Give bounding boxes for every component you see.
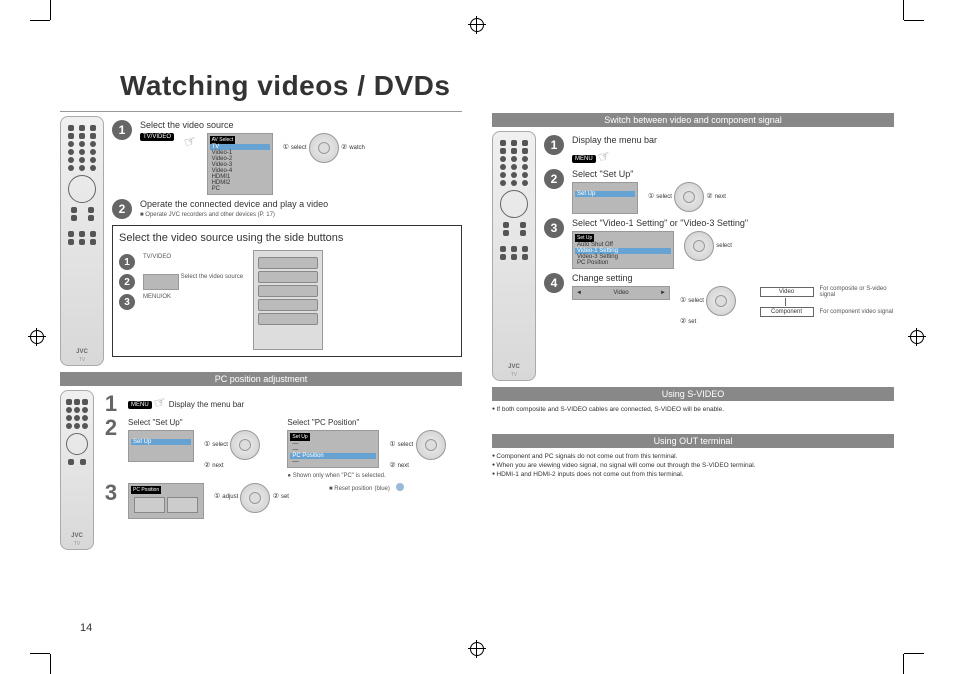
av-select-panel: AV Select TV Video-1 Video-2 Video-3 Vid… <box>207 133 273 195</box>
dial-icon <box>230 430 260 460</box>
blue-button-icon <box>396 483 404 491</box>
registration-mark <box>30 330 44 344</box>
pc-position-panel: PC Position <box>128 483 204 519</box>
boxed-title: Select the video source using the side b… <box>119 232 455 244</box>
pc-step-1: 1 <box>102 394 120 414</box>
signal-legend: Video For composite or S-video signal Co… <box>760 286 894 318</box>
out-note-2: When you are viewing video signal, no si… <box>492 461 894 470</box>
dial-icon <box>309 133 339 163</box>
step-badge-1: 1 <box>112 120 132 140</box>
page-number: 14 <box>80 622 92 634</box>
right-step-1: 1 <box>544 135 564 155</box>
right-step-3: 3 <box>544 218 564 238</box>
out-terminal-bar: Using OUT terminal <box>492 434 894 448</box>
pc-step-3: 3 <box>102 483 120 503</box>
right-step4-title: Change setting <box>572 273 894 283</box>
crop-mark <box>50 634 70 654</box>
crop-mark <box>50 20 70 40</box>
pc-position-bar: PC position adjustment <box>60 372 462 386</box>
registration-mark <box>910 330 924 344</box>
crop-mark <box>884 20 904 40</box>
step1-title: Select the video source <box>140 120 462 130</box>
boxed-step-2: 2 <box>119 274 135 290</box>
registration-mark <box>470 18 484 32</box>
left-column: JVC TV 1 Select the video source TV/VIDE… <box>60 107 462 550</box>
menu-key-icon: MENU <box>128 401 152 409</box>
pc-step2b-title: Select "PC Position" <box>287 418 462 427</box>
boxed-step-3: 3 <box>119 294 135 310</box>
step2-title: Operate the connected device and play a … <box>140 199 462 209</box>
switch-signal-bar: Switch between video and component signa… <box>492 113 894 127</box>
right-step3-title: Select "Video-1 Setting" or "Video-3 Set… <box>572 218 894 228</box>
right-step1-title: Display the menu bar <box>572 135 894 145</box>
menu-setup-panel: Set Up <box>128 430 194 462</box>
dial-icon <box>416 430 446 460</box>
step-badge-2: 2 <box>112 199 132 219</box>
remote-illustration: JVC TV <box>60 116 104 366</box>
dial-icon <box>684 231 714 261</box>
right-column: Switch between video and component signa… <box>492 107 894 550</box>
remote-brand: JVC <box>61 349 103 355</box>
menu-setup-panel: Set Up <box>572 182 638 214</box>
pointing-hand-icon: ☞ <box>181 131 199 151</box>
remote-illustration: JVC TV <box>492 131 536 381</box>
remote-illustration-small: JVC TV <box>60 390 94 550</box>
out-note-1: Component and PC signals do not come out… <box>492 452 894 461</box>
pointing-hand-icon: ☞ <box>151 392 169 412</box>
side-buttons-box: Select the video source using the side b… <box>112 225 462 357</box>
tv-video-key: TV/VIDEO <box>140 133 174 141</box>
page-title: Watching videos / DVDs <box>120 70 894 102</box>
tv-side-panel <box>253 250 323 350</box>
menu-key-icon: MENU <box>572 155 596 163</box>
change-setting-panel: ◄ Video ► <box>572 286 670 300</box>
dial-icon <box>674 182 704 212</box>
pc-step2a-title: Select "Set Up" <box>128 418 277 427</box>
svideo-note: If both composite and S-VIDEO cables are… <box>492 405 894 414</box>
remote-model: TV <box>61 357 103 363</box>
manual-page: Watching videos / DVDs <box>0 0 954 674</box>
dial-icon <box>706 286 736 316</box>
menu-setup-list-panel: Set Up —— PC Position — <box>287 430 379 468</box>
boxed-step-1: 1 <box>119 254 135 270</box>
dial-icon <box>240 483 270 513</box>
crop-mark <box>884 634 904 654</box>
menu-setup-list-panel: Set Up Auto Shut Off Video-1 Setting Vid… <box>572 231 674 269</box>
right-step-4: 4 <box>544 273 564 293</box>
out-note-3: HDMI-1 and HDMI-2 inputs does not come o… <box>492 470 894 479</box>
svideo-bar: Using S-VIDEO <box>492 387 894 401</box>
registration-mark <box>470 642 484 656</box>
pointing-hand-icon: ☞ <box>595 146 613 166</box>
pc-step-2: 2 <box>102 418 120 438</box>
pc-step1-title: Display the menu bar <box>169 400 245 409</box>
right-step2-title: Select "Set Up" <box>572 169 894 179</box>
right-step-2: 2 <box>544 169 564 189</box>
content-columns: JVC TV 1 Select the video source TV/VIDE… <box>60 107 894 550</box>
